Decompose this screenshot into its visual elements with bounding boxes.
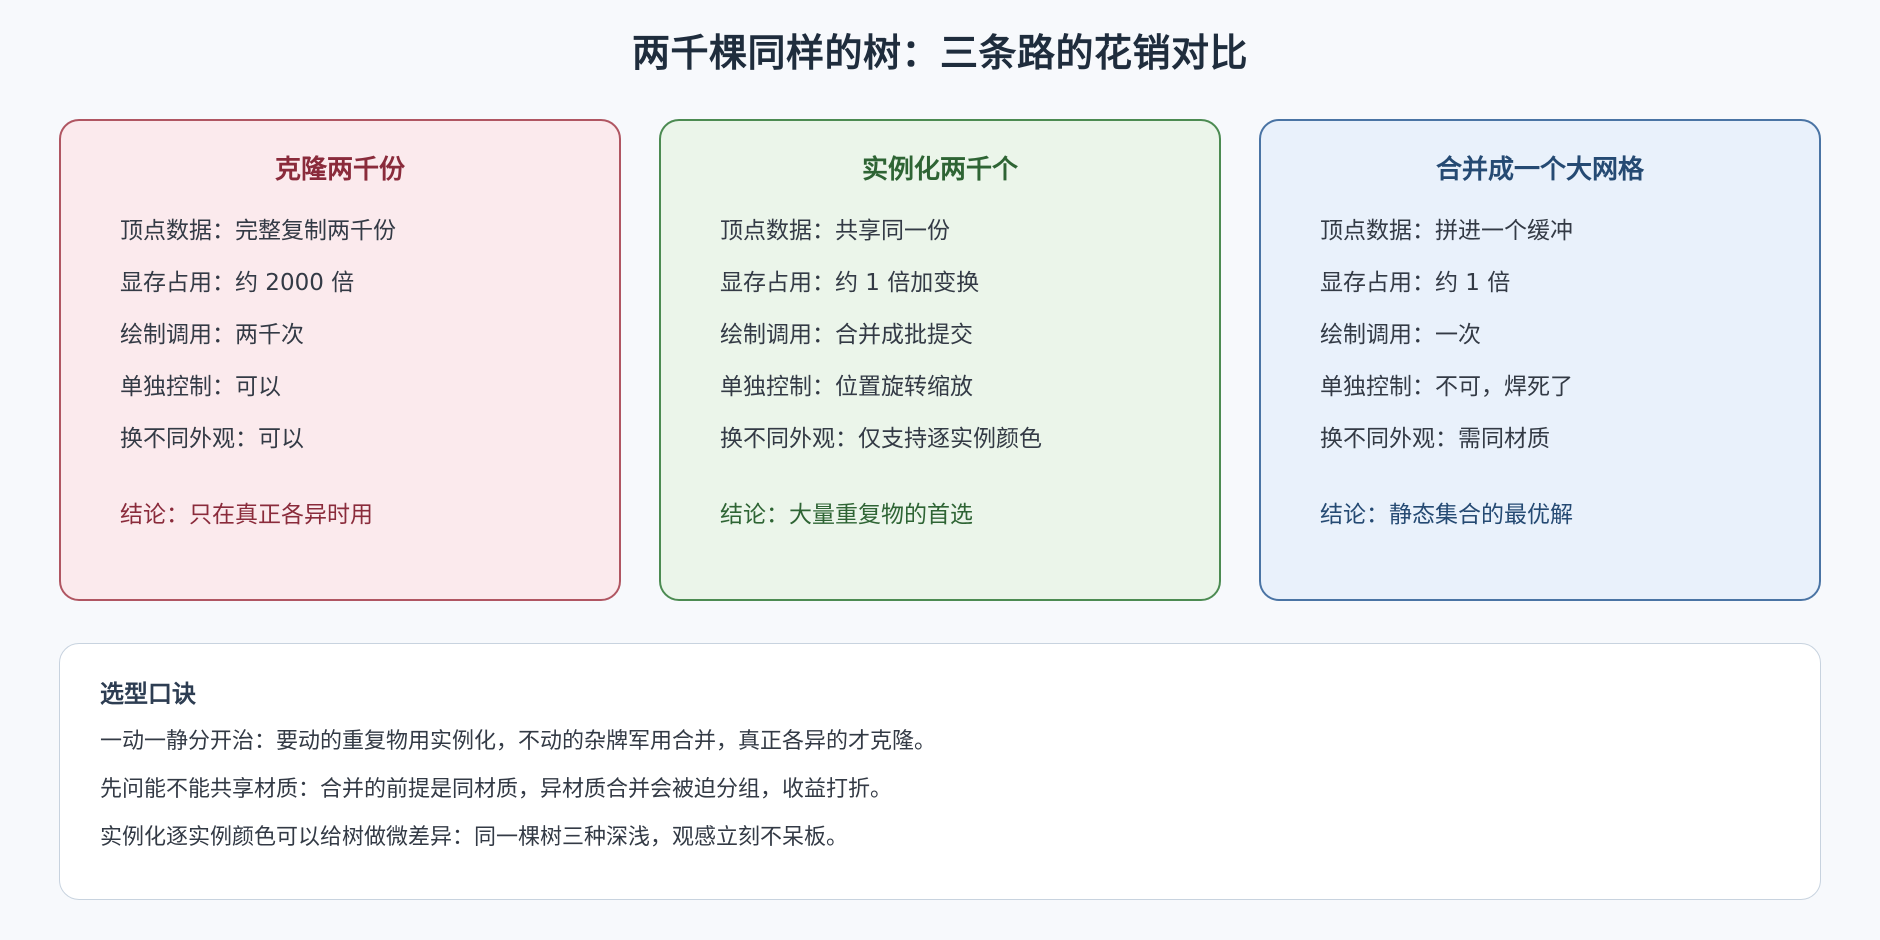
card-conclusion: 结论：大量重复物的首选 (720, 502, 973, 528)
card-lines: 顶点数据：拼进一个缓冲 显存占用：约 1 倍 绘制调用：一次 单独控制：不可，焊… (1320, 215, 1573, 475)
card-line-draw-calls: 绘制调用：一次 (1320, 322, 1481, 348)
card-line-vertex-data: 顶点数据：拼进一个缓冲 (1320, 218, 1573, 244)
tips-title: 选型口诀 (100, 680, 196, 708)
card-line-vertex-data: 顶点数据：共享同一份 (720, 218, 950, 244)
tips-line: 先问能不能共享材质：合并的前提是同材质，异材质合并会被迫分组，收益打折。 (100, 777, 893, 802)
card-line-appearance: 换不同外观：可以 (120, 426, 304, 452)
tips-lines: 一动一静分开治：要动的重复物用实例化，不动的杂牌军用合并，真正各异的才克隆。 先… (100, 726, 936, 870)
card-merge-mesh: 合并成一个大网格 顶点数据：拼进一个缓冲 显存占用：约 1 倍 绘制调用：一次 … (1259, 119, 1821, 601)
card-line-vertex-data: 顶点数据：完整复制两千份 (120, 218, 396, 244)
card-line-vram: 显存占用：约 1 倍加变换 (720, 270, 980, 296)
card-line-draw-calls: 绘制调用：两千次 (120, 322, 304, 348)
card-line-vram: 显存占用：约 2000 倍 (120, 270, 355, 296)
page-title: 两千棵同样的树：三条路的花销对比 (631, 31, 1248, 75)
card-title: 实例化两千个 (861, 155, 1018, 185)
card-clone: 克隆两千份 顶点数据：完整复制两千份 显存占用：约 2000 倍 绘制调用：两千… (59, 119, 621, 601)
card-line-vram: 显存占用：约 1 倍 (1320, 270, 1511, 296)
selection-tips-panel: 选型口诀 一动一静分开治：要动的重复物用实例化，不动的杂牌军用合并，真正各异的才… (59, 643, 1821, 900)
card-conclusion: 结论：静态集合的最优解 (1320, 502, 1573, 528)
card-lines: 顶点数据：完整复制两千份 显存占用：约 2000 倍 绘制调用：两千次 单独控制… (120, 215, 396, 475)
card-line-appearance: 换不同外观：需同材质 (1320, 426, 1550, 452)
card-line-individual-control: 单独控制：不可，焊死了 (1320, 374, 1573, 400)
card-line-individual-control: 单独控制：位置旋转缩放 (720, 374, 973, 400)
card-title: 克隆两千份 (274, 155, 405, 185)
card-title: 合并成一个大网格 (1435, 155, 1644, 185)
comparison-cards: 克隆两千份 顶点数据：完整复制两千份 显存占用：约 2000 倍 绘制调用：两千… (59, 119, 1821, 601)
card-instancing: 实例化两千个 顶点数据：共享同一份 显存占用：约 1 倍加变换 绘制调用：合并成… (659, 119, 1221, 601)
tips-line: 一动一静分开治：要动的重复物用实例化，不动的杂牌军用合并，真正各异的才克隆。 (100, 729, 937, 754)
card-line-individual-control: 单独控制：可以 (120, 374, 281, 400)
card-lines: 顶点数据：共享同一份 显存占用：约 1 倍加变换 绘制调用：合并成批提交 单独控… (720, 215, 1042, 475)
card-conclusion: 结论：只在真正各异时用 (120, 502, 373, 528)
tips-line: 实例化逐实例颜色可以给树做微差异：同一棵树三种深浅，观感立刻不呆板。 (100, 825, 849, 850)
card-line-appearance: 换不同外观：仅支持逐实例颜色 (720, 426, 1042, 452)
card-line-draw-calls: 绘制调用：合并成批提交 (720, 322, 973, 348)
